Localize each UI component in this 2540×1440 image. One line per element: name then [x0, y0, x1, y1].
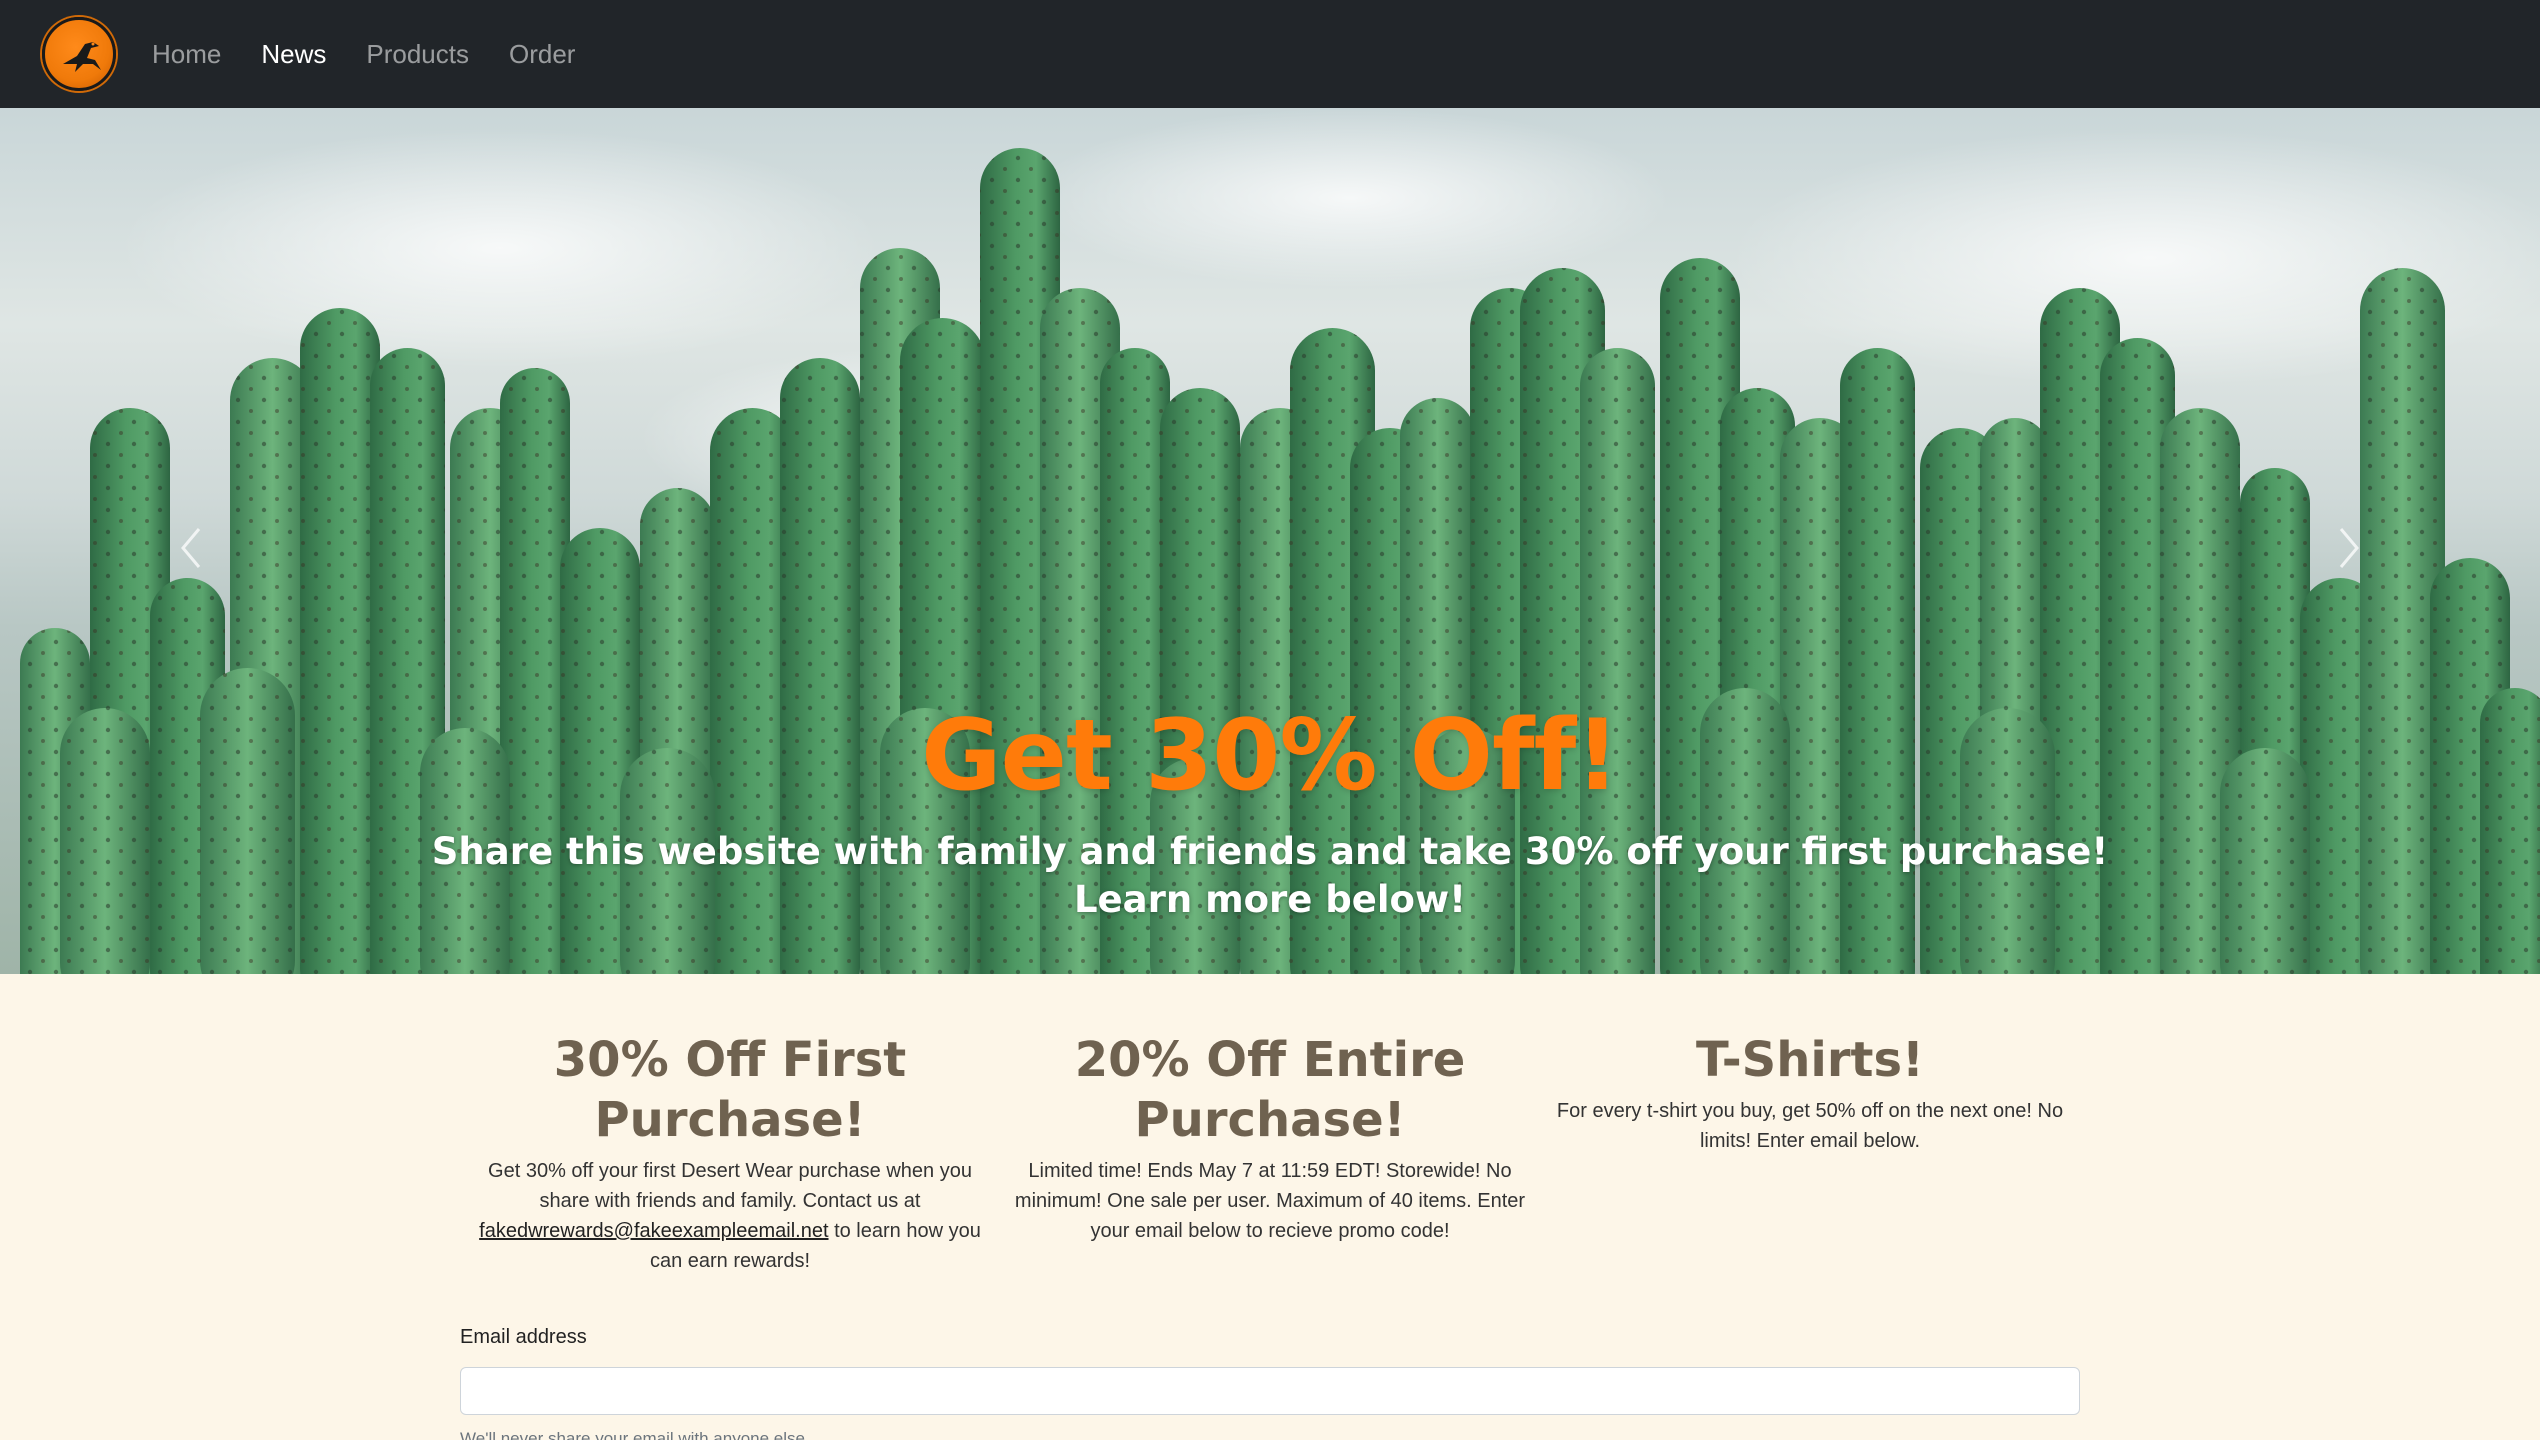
- carousel-prev-button[interactable]: [160, 508, 220, 588]
- nav-link-products[interactable]: Products: [366, 39, 469, 70]
- chevron-right-icon: [2339, 528, 2359, 568]
- hero-title: Get 30% Off!: [921, 699, 1620, 813]
- email-help-text: We'll never share your email with anyone…: [460, 1429, 810, 1440]
- chevron-left-icon: [181, 528, 201, 568]
- hero-carousel: Get 30% Off! Share this website with fam…: [0, 108, 2540, 974]
- promo-title: T-Shirts!: [1696, 1032, 1924, 1088]
- email-input[interactable]: [460, 1367, 2080, 1415]
- roadrunner-logo-icon[interactable]: [42, 17, 116, 91]
- promo-text: For every t-shirt you buy, get 50% off o…: [1556, 1100, 2064, 1152]
- promo-title: 30% Off First Purchase!: [553, 1032, 907, 1148]
- promo-card-first-purchase: 30% Off First Purchase! Get 30% off your…: [460, 1030, 1000, 1276]
- promo-text: Get 30% off your first Desert Wear purch…: [472, 1156, 988, 1276]
- nav-link-home[interactable]: Home: [152, 39, 221, 70]
- nav-link-news[interactable]: News: [261, 39, 326, 70]
- promo-title: 20% Off Entire Purchase!: [1074, 1032, 1466, 1148]
- nav-link-order[interactable]: Order: [509, 39, 575, 70]
- hero-caption: Get 30% Off! Share this website with fam…: [420, 698, 2120, 924]
- promo-text-before: Get 30% off your first Desert Wear purch…: [488, 1160, 972, 1212]
- carousel-next-button[interactable]: [2320, 508, 2380, 588]
- promo-card-tshirts: T-Shirts! For every t-shirt you buy, get…: [1540, 1030, 2080, 1276]
- email-label: Email address: [460, 1326, 587, 1348]
- hero-subtitle: Share this website with family and frien…: [431, 829, 2109, 921]
- promo-text: Limited time! Ends May 7 at 11:59 EDT! S…: [1014, 1160, 1526, 1242]
- promo-card-entire-purchase: 20% Off Entire Purchase! Limited time! E…: [1000, 1030, 1540, 1276]
- email-form: Email address We'll never share your ema…: [460, 1326, 2080, 1440]
- rewards-email-link[interactable]: fakedwrewards@fakeexampleemail.net: [479, 1220, 828, 1242]
- promo-section: 30% Off First Purchase! Get 30% off your…: [460, 1030, 2080, 1276]
- navbar: Home News Products Order: [0, 0, 2540, 108]
